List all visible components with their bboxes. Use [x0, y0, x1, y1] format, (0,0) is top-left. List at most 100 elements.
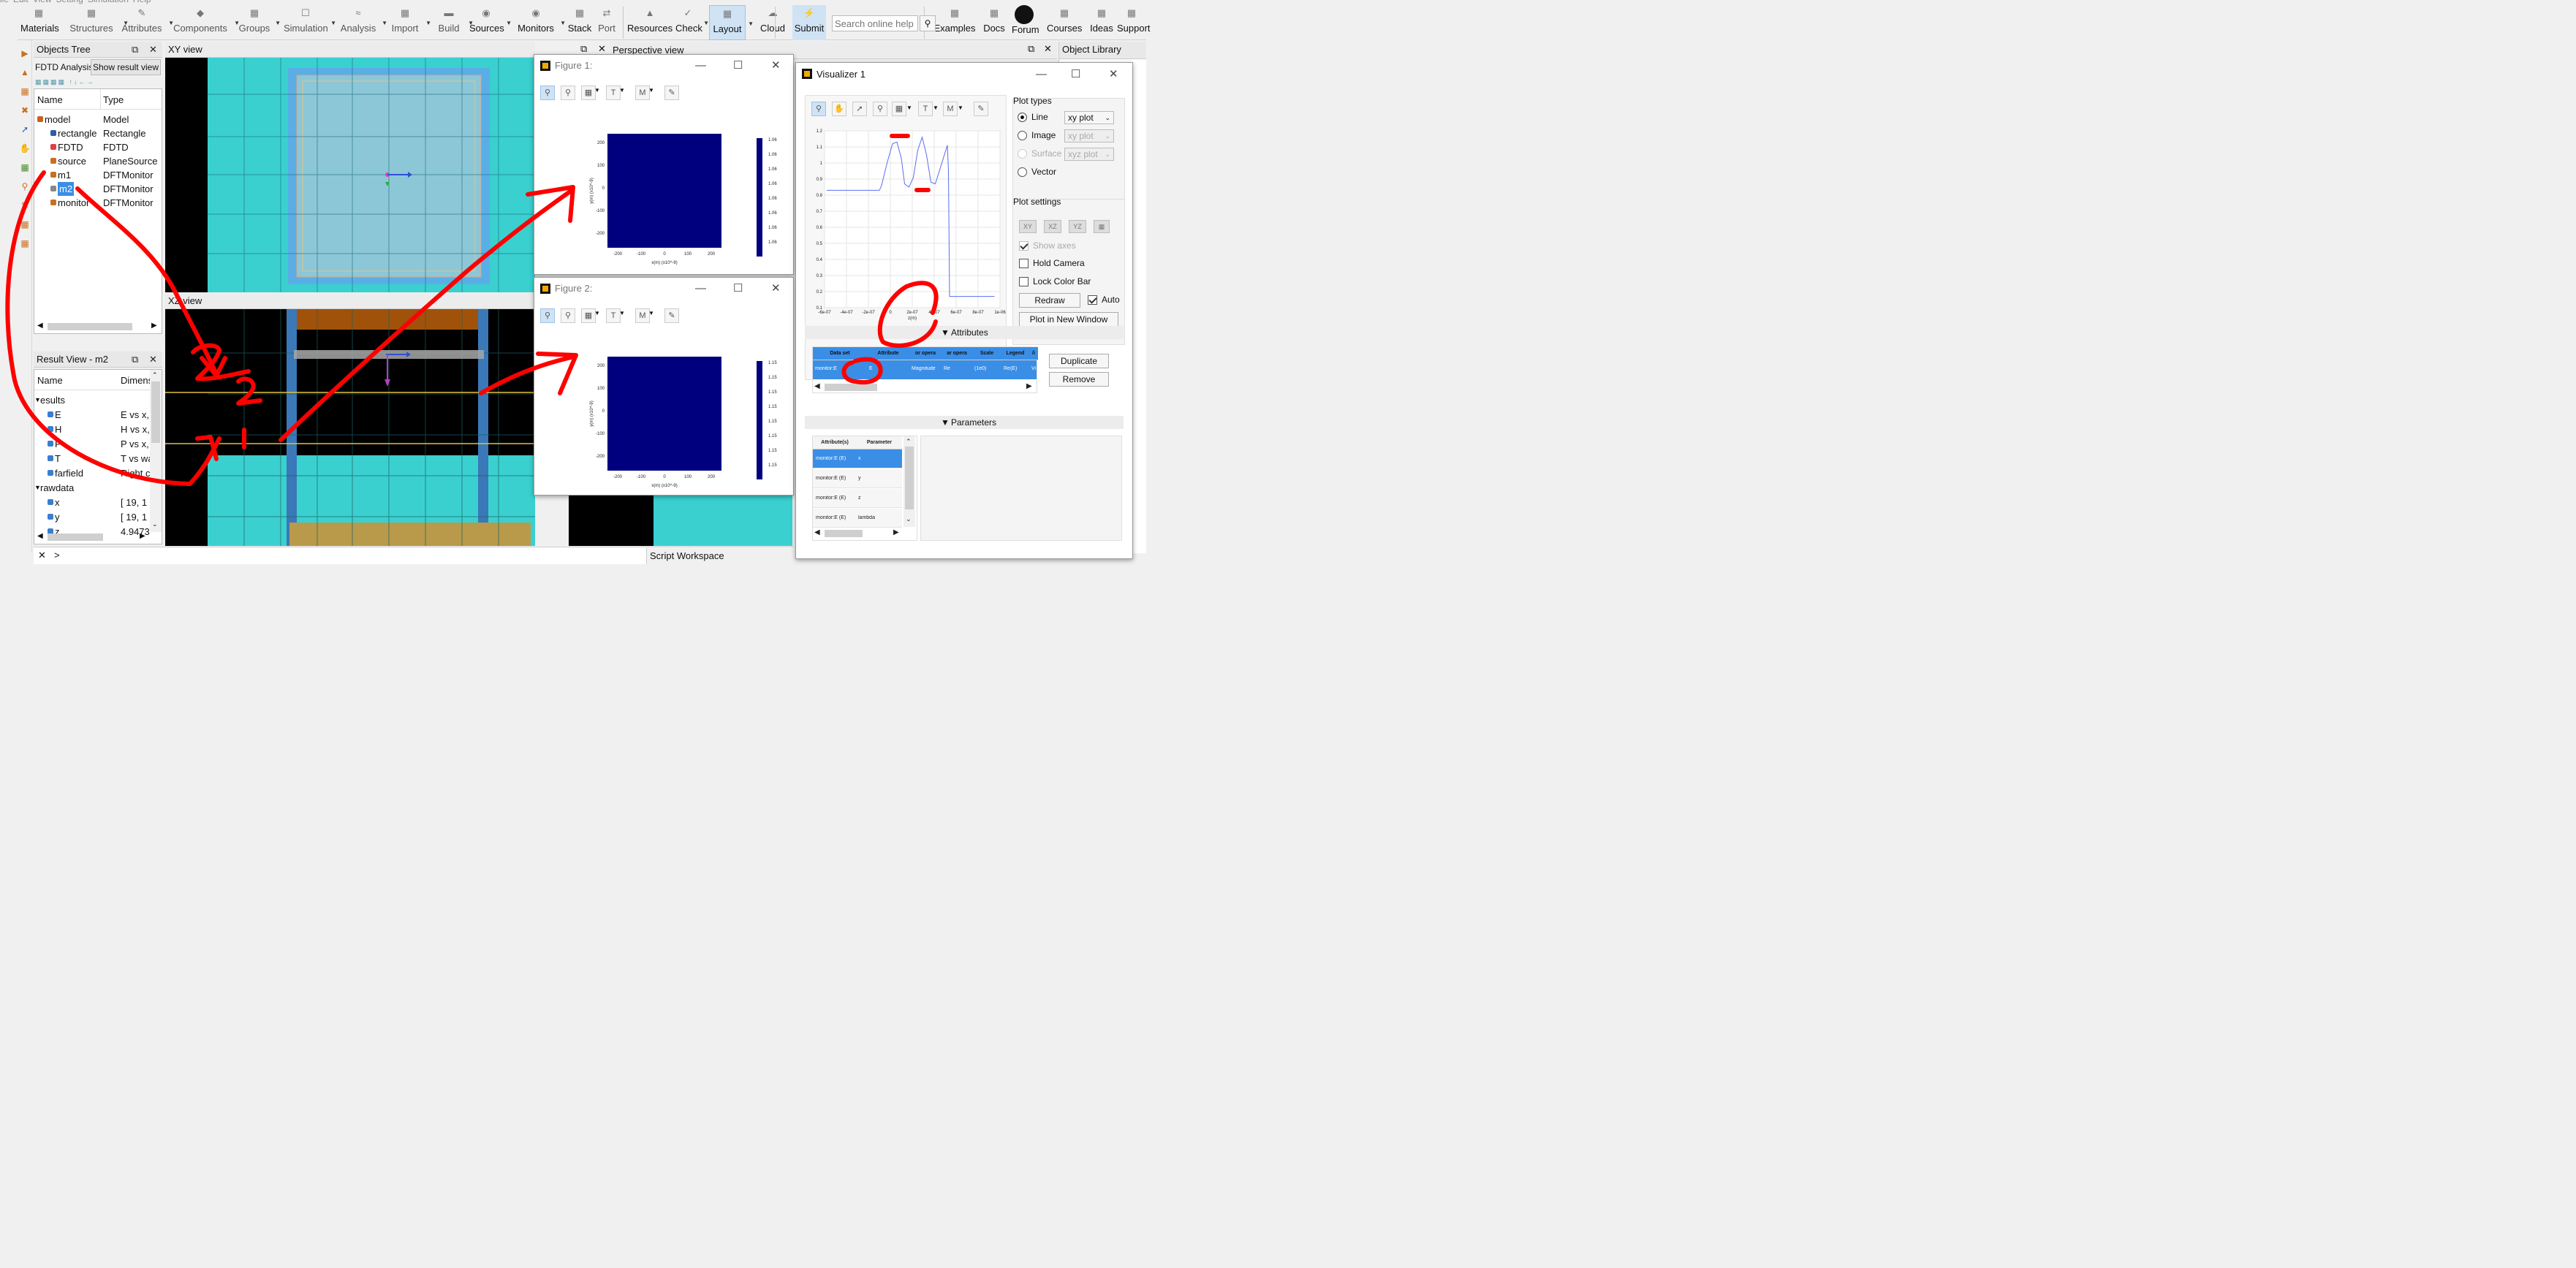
grid-icon[interactable]: ▦: [19, 86, 31, 97]
zoom-icon[interactable]: ⚲: [540, 308, 555, 323]
col-dimensions[interactable]: Dimens: [121, 375, 153, 386]
attr-col-header[interactable]: ar opera: [942, 347, 972, 360]
toolbar-build-button[interactable]: ▬ Build ▼: [433, 5, 474, 40]
figure1-plot[interactable]: -200 -100 0 100 200 200 100 0 -100 -200 x(m) (x10^…: [564, 121, 790, 267]
tree-row-source[interactable]: source PlaneSource: [34, 154, 162, 168]
plot-type-line-radio[interactable]: Line: [1018, 112, 1048, 123]
xz-view[interactable]: XZ view: [165, 293, 535, 546]
result-row-esults[interactable]: ▼ esults: [34, 393, 150, 407]
add-icon[interactable]: ▲: [19, 67, 31, 78]
result-row-T[interactable]: TT vs wa: [34, 452, 150, 466]
export-icon[interactable]: ▦: [892, 102, 906, 116]
pencil-icon[interactable]: ✎: [664, 308, 679, 323]
toolbar-check-button[interactable]: ✓ Check ▼: [675, 5, 709, 40]
tree-row-FDTD[interactable]: FDTD FDTD: [34, 140, 162, 154]
close-icon[interactable]: ✕: [771, 278, 781, 300]
dropdown-arrow-icon[interactable]: ▼: [958, 105, 963, 111]
plot-in-new-window-button[interactable]: Plot in New Window: [1019, 312, 1118, 327]
toolbar-ideas-button[interactable]: ▦ Ideas: [1089, 5, 1114, 40]
dropdown-arrow-icon[interactable]: ▼: [275, 20, 281, 26]
save-view-icon[interactable]: ▦: [1094, 220, 1110, 233]
dropdown-arrow-icon[interactable]: ▼: [382, 20, 387, 26]
close-icon[interactable]: ✕: [771, 55, 781, 77]
dropdown-arrow-icon[interactable]: ▼: [560, 20, 566, 26]
select-arrow-icon[interactable]: ➚: [19, 124, 31, 135]
hand-icon[interactable]: ✋: [832, 102, 846, 116]
toolbar-analysis-button[interactable]: ≈ Analysis ▼: [338, 5, 387, 40]
toolbar-docs-button[interactable]: ▦ Docs: [981, 5, 1007, 40]
dropdown-arrow-icon[interactable]: ▼: [425, 20, 431, 26]
zoom-region-icon[interactable]: ⚲: [561, 308, 575, 323]
tree-hscroll[interactable]: ◀ ▶: [37, 322, 157, 332]
dropdown-arrow-icon[interactable]: ▼: [748, 20, 754, 27]
param-vscroll[interactable]: ⌃ ⌄: [904, 436, 915, 527]
marker-icon[interactable]: M: [943, 102, 958, 116]
xz-canvas[interactable]: [165, 309, 535, 546]
close-icon[interactable]: ✕: [149, 352, 157, 368]
close-icon[interactable]: ✕: [1044, 43, 1052, 55]
zoom-region-icon[interactable]: ⚲: [873, 102, 887, 116]
tree-row-rectangle[interactable]: rectangle Rectangle: [34, 126, 162, 140]
search-icon[interactable]: ⚲: [920, 15, 936, 31]
result-row-E[interactable]: EE vs x,: [34, 408, 150, 422]
result-row-x[interactable]: x[ 19, 1: [34, 496, 150, 509]
maximize-icon[interactable]: ☐: [1071, 63, 1080, 86]
tree-row-m2[interactable]: m2 DFTMonitor: [34, 182, 162, 196]
toolbar-components-button[interactable]: ◆ Components ▼: [170, 5, 240, 40]
dropdown-arrow-icon[interactable]: ▼: [648, 310, 654, 316]
text-icon[interactable]: T: [606, 86, 621, 100]
toolbar-examples-button[interactable]: ▦ Examples: [933, 5, 977, 40]
col-name[interactable]: Name: [37, 94, 63, 105]
pencil-icon[interactable]: ✎: [664, 86, 679, 100]
attr-hscroll[interactable]: ◀ ▶: [813, 382, 1037, 392]
layers-icon[interactable]: ▦: [19, 238, 31, 249]
attr-col-header[interactable]: /i: [1029, 347, 1038, 360]
xy-float-icon[interactable]: ⧉: [580, 43, 587, 55]
toolbar-submit-button[interactable]: ⚡ Submit: [792, 5, 826, 40]
menu-item[interactable]: ile: [0, 0, 9, 4]
xy-canvas[interactable]: [165, 58, 535, 292]
attr-cell[interactable]: Magnitude: [912, 366, 941, 372]
zoom-icon[interactable]: ⚲: [811, 102, 826, 116]
export-icon[interactable]: ▦: [581, 308, 596, 323]
toolbar-courses-button[interactable]: ▦ Courses: [1047, 5, 1082, 40]
marker-icon[interactable]: M: [635, 86, 650, 100]
pointer-icon[interactable]: ➚: [852, 102, 867, 116]
param-col-header[interactable]: Parameter: [857, 436, 902, 449]
minimize-icon[interactable]: —: [1036, 63, 1047, 86]
toolbar-port-button[interactable]: ⇄ Port: [595, 5, 618, 40]
parameters-section-header[interactable]: ▼ Parameters: [805, 416, 1124, 429]
zoom-region-icon[interactable]: ⚲: [561, 86, 575, 100]
toolbar-simulation-button[interactable]: ☐ Simulation ▼: [284, 5, 336, 40]
col-type[interactable]: Type: [103, 94, 124, 105]
text-icon[interactable]: T: [606, 308, 621, 323]
dropdown-arrow-icon[interactable]: ▼: [619, 310, 625, 316]
zoom-icon[interactable]: ⚲: [540, 86, 555, 100]
float-icon[interactable]: ⧉: [1028, 43, 1034, 55]
dropdown-arrow-icon[interactable]: ▼: [506, 20, 512, 26]
toolbar-resources-button[interactable]: ▲ Resources: [627, 5, 673, 40]
toolbar-structures-button[interactable]: ▦ Structures ▼: [63, 5, 129, 40]
dropdown-arrow-icon[interactable]: ▼: [330, 20, 336, 26]
attr-col-header[interactable]: Attribute: [867, 347, 909, 360]
xy-close-icon[interactable]: ✕: [598, 43, 606, 55]
toolbar-monitors-button[interactable]: ◉ Monitors ▼: [515, 5, 566, 40]
close-icon[interactable]: ✕: [38, 550, 46, 561]
auto-checkbox[interactable]: Auto: [1088, 295, 1120, 305]
toolbar-layout-button[interactable]: ▦ Layout ▼: [709, 5, 754, 40]
dropdown-arrow-icon[interactable]: ▼: [594, 87, 600, 94]
toolbar-attributes-button[interactable]: ✎ Attributes ▼: [118, 5, 174, 40]
image-plot-area[interactable]: [607, 357, 721, 471]
toolbar-support-button[interactable]: ▦ Support: [1117, 5, 1151, 40]
result-row-y[interactable]: y[ 19, 1: [34, 510, 150, 524]
col-name[interactable]: Name: [37, 375, 63, 386]
attr-col-header[interactable]: Data set: [813, 347, 867, 360]
maximize-icon[interactable]: ☐: [733, 278, 743, 300]
close-icon[interactable]: ✕: [149, 42, 157, 58]
image-plot-area[interactable]: [607, 134, 721, 248]
hand-icon[interactable]: ✋: [19, 143, 31, 154]
tree-row-monitor[interactable]: monitor DFTMonitor: [34, 196, 162, 210]
dropdown-arrow-icon[interactable]: ▼: [906, 105, 912, 111]
perspective-canvas[interactable]: [569, 494, 654, 546]
text-icon[interactable]: T: [918, 102, 933, 116]
